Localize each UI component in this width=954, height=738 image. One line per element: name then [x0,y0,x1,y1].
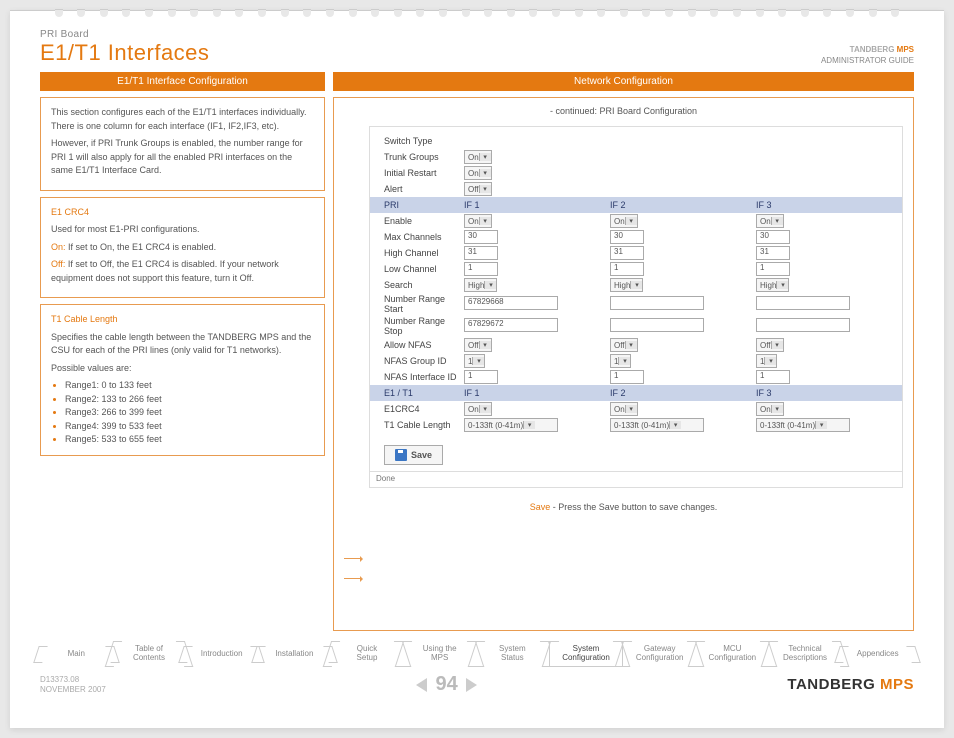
dropdown[interactable]: Off▾ [464,182,492,196]
dropdown[interactable]: 0-133ft (0-41m)▾ [464,418,558,432]
text-input[interactable]: 1 [464,370,498,384]
header-brand: TANDBERG MPS ADMINISTRATOR GUIDE [821,45,914,66]
status-done: Done [370,471,902,487]
dropdown[interactable]: 1▾ [464,354,485,368]
page-number: 94 [435,673,457,696]
dropdown[interactable]: On▾ [610,402,638,416]
bottom-tabs: MainTable ofContentsIntroductionInstalla… [10,631,944,669]
tab-technical-descriptions[interactable]: TechnicalDescriptions [769,641,842,667]
dropdown[interactable]: High▾ [756,278,789,292]
dropdown[interactable]: On▾ [756,214,784,228]
panel-e1crc4: E1 CRC4 Used for most E1-PRI configurati… [40,197,325,299]
panel-t1cable: T1 Cable Length Specifies the cable leng… [40,304,325,456]
text-input[interactable]: 1 [464,262,498,276]
tab-main[interactable]: Main [40,646,113,663]
dropdown[interactable]: On▾ [464,166,492,180]
tab-using-the-mps[interactable]: Using theMPS [403,641,476,667]
text-input[interactable]: 1 [610,262,644,276]
text-input[interactable]: 67829672 [464,318,558,332]
text-input[interactable] [610,318,704,332]
text-input[interactable]: 67829668 [464,296,558,310]
tab-installation[interactable]: Installation [258,646,331,663]
dropdown[interactable]: 1▾ [756,354,777,368]
dropdown[interactable]: Off▾ [610,338,638,352]
tab-gateway-configuration[interactable]: GatewayConfiguration [623,641,696,667]
dropdown[interactable]: 0-133ft (0-41m)▾ [756,418,850,432]
dropdown[interactable]: High▾ [464,278,497,292]
doc-id: D13373.08 NOVEMBER 2007 [40,675,106,694]
screenshot-form: Switch TypeTrunk GroupsOn▾Initial Restar… [369,126,903,488]
range-list: Range1: 0 to 133 feetRange2: 133 to 266 … [51,379,314,447]
next-page-icon[interactable] [466,678,477,692]
text-input[interactable] [610,296,704,310]
prev-page-icon[interactable] [416,678,427,692]
save-disk-icon [395,449,407,461]
callout-arrow-icon [344,578,362,579]
dropdown[interactable]: On▾ [464,150,492,164]
tab-appendices[interactable]: Appendices [841,646,914,663]
tab-system-configuration[interactable]: SystemConfiguration [549,641,624,668]
spiral-binding [10,9,944,21]
save-button[interactable]: Save [384,445,443,465]
continued-label: - continued: PRI Board Configuration [344,106,903,116]
network-config-panel: - continued: PRI Board Configuration Swi… [333,97,914,631]
dropdown[interactable]: On▾ [464,402,492,416]
section-bar-right: Network Configuration [333,72,914,91]
page-title: E1/T1 Interfaces [40,40,209,66]
text-input[interactable]: 30 [464,230,498,244]
tab-mcu-configuration[interactable]: MCUConfiguration [696,641,769,667]
save-note: Save - Press the Save button to save cha… [344,502,903,512]
dropdown[interactable]: Off▾ [464,338,492,352]
tab-quick-setup[interactable]: QuickSetup [331,641,404,667]
dropdown[interactable]: On▾ [610,214,638,228]
tab-table-of-contents[interactable]: Table ofContents [113,641,186,667]
dropdown[interactable]: On▾ [756,402,784,416]
breadcrumb: PRI Board [40,29,209,40]
text-input[interactable]: 1 [756,370,790,384]
tab-introduction[interactable]: Introduction [185,646,258,663]
dropdown[interactable]: 1▾ [610,354,631,368]
dropdown[interactable]: Off▾ [756,338,784,352]
text-input[interactable]: 31 [610,246,644,260]
text-input[interactable]: 30 [756,230,790,244]
text-input[interactable] [756,296,850,310]
text-input[interactable]: 1 [756,262,790,276]
text-input[interactable] [756,318,850,332]
brand-footer: TANDBERG MPS [787,676,914,693]
dropdown[interactable]: High▾ [610,278,643,292]
section-bar-left: E1/T1 Interface Configuration [40,72,325,91]
dropdown[interactable]: On▾ [464,214,492,228]
pager: 94 [416,673,476,696]
panel-intro: This section configures each of the E1/T… [40,97,325,191]
text-input[interactable]: 1 [610,370,644,384]
dropdown[interactable]: 0-133ft (0-41m)▾ [610,418,704,432]
text-input[interactable]: 31 [464,246,498,260]
tab-system-status[interactable]: SystemStatus [476,641,549,667]
callout-arrow-icon [344,558,362,559]
text-input[interactable]: 31 [756,246,790,260]
text-input[interactable]: 30 [610,230,644,244]
